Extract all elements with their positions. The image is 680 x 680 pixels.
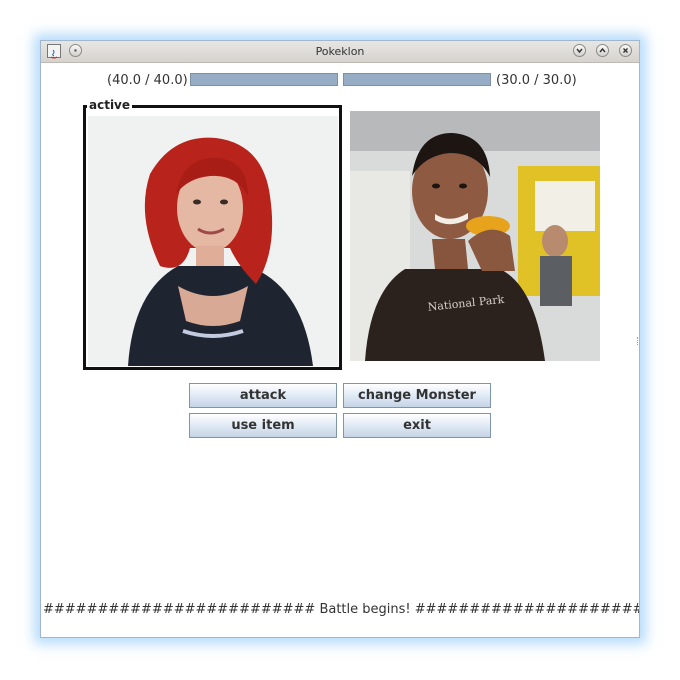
active-label: active (87, 98, 133, 112)
exit-button[interactable]: exit (343, 413, 491, 438)
window-title: Pokeklon (315, 45, 365, 58)
player-monster-image (88, 116, 338, 366)
minimize-icon[interactable] (573, 44, 586, 57)
player-hp-fill (191, 74, 337, 85)
battle-log: ######################### Battle begins!… (43, 602, 639, 617)
enemy-hp-text: (30.0 / 30.0) (496, 73, 577, 88)
close-icon[interactable] (619, 44, 632, 57)
player-hp-text: (40.0 / 40.0) (107, 73, 188, 88)
change-monster-button[interactable]: change Monster (343, 383, 491, 408)
enemy-hp-fill (344, 74, 490, 85)
enemy-hp-bar (343, 73, 491, 86)
player-hp-bar (190, 73, 338, 86)
use-item-button[interactable]: use item (189, 413, 337, 438)
attack-button[interactable]: attack (189, 383, 337, 408)
maximize-icon[interactable] (596, 44, 609, 57)
titlebar[interactable]: Pokeklon (41, 41, 639, 63)
split-resize-handle[interactable] (637, 337, 639, 345)
enemy-monster-image: National Park (350, 111, 600, 361)
app-window: Pokeklon (40.0 / 40.0) (30.0 / 30.0) act… (40, 40, 640, 638)
